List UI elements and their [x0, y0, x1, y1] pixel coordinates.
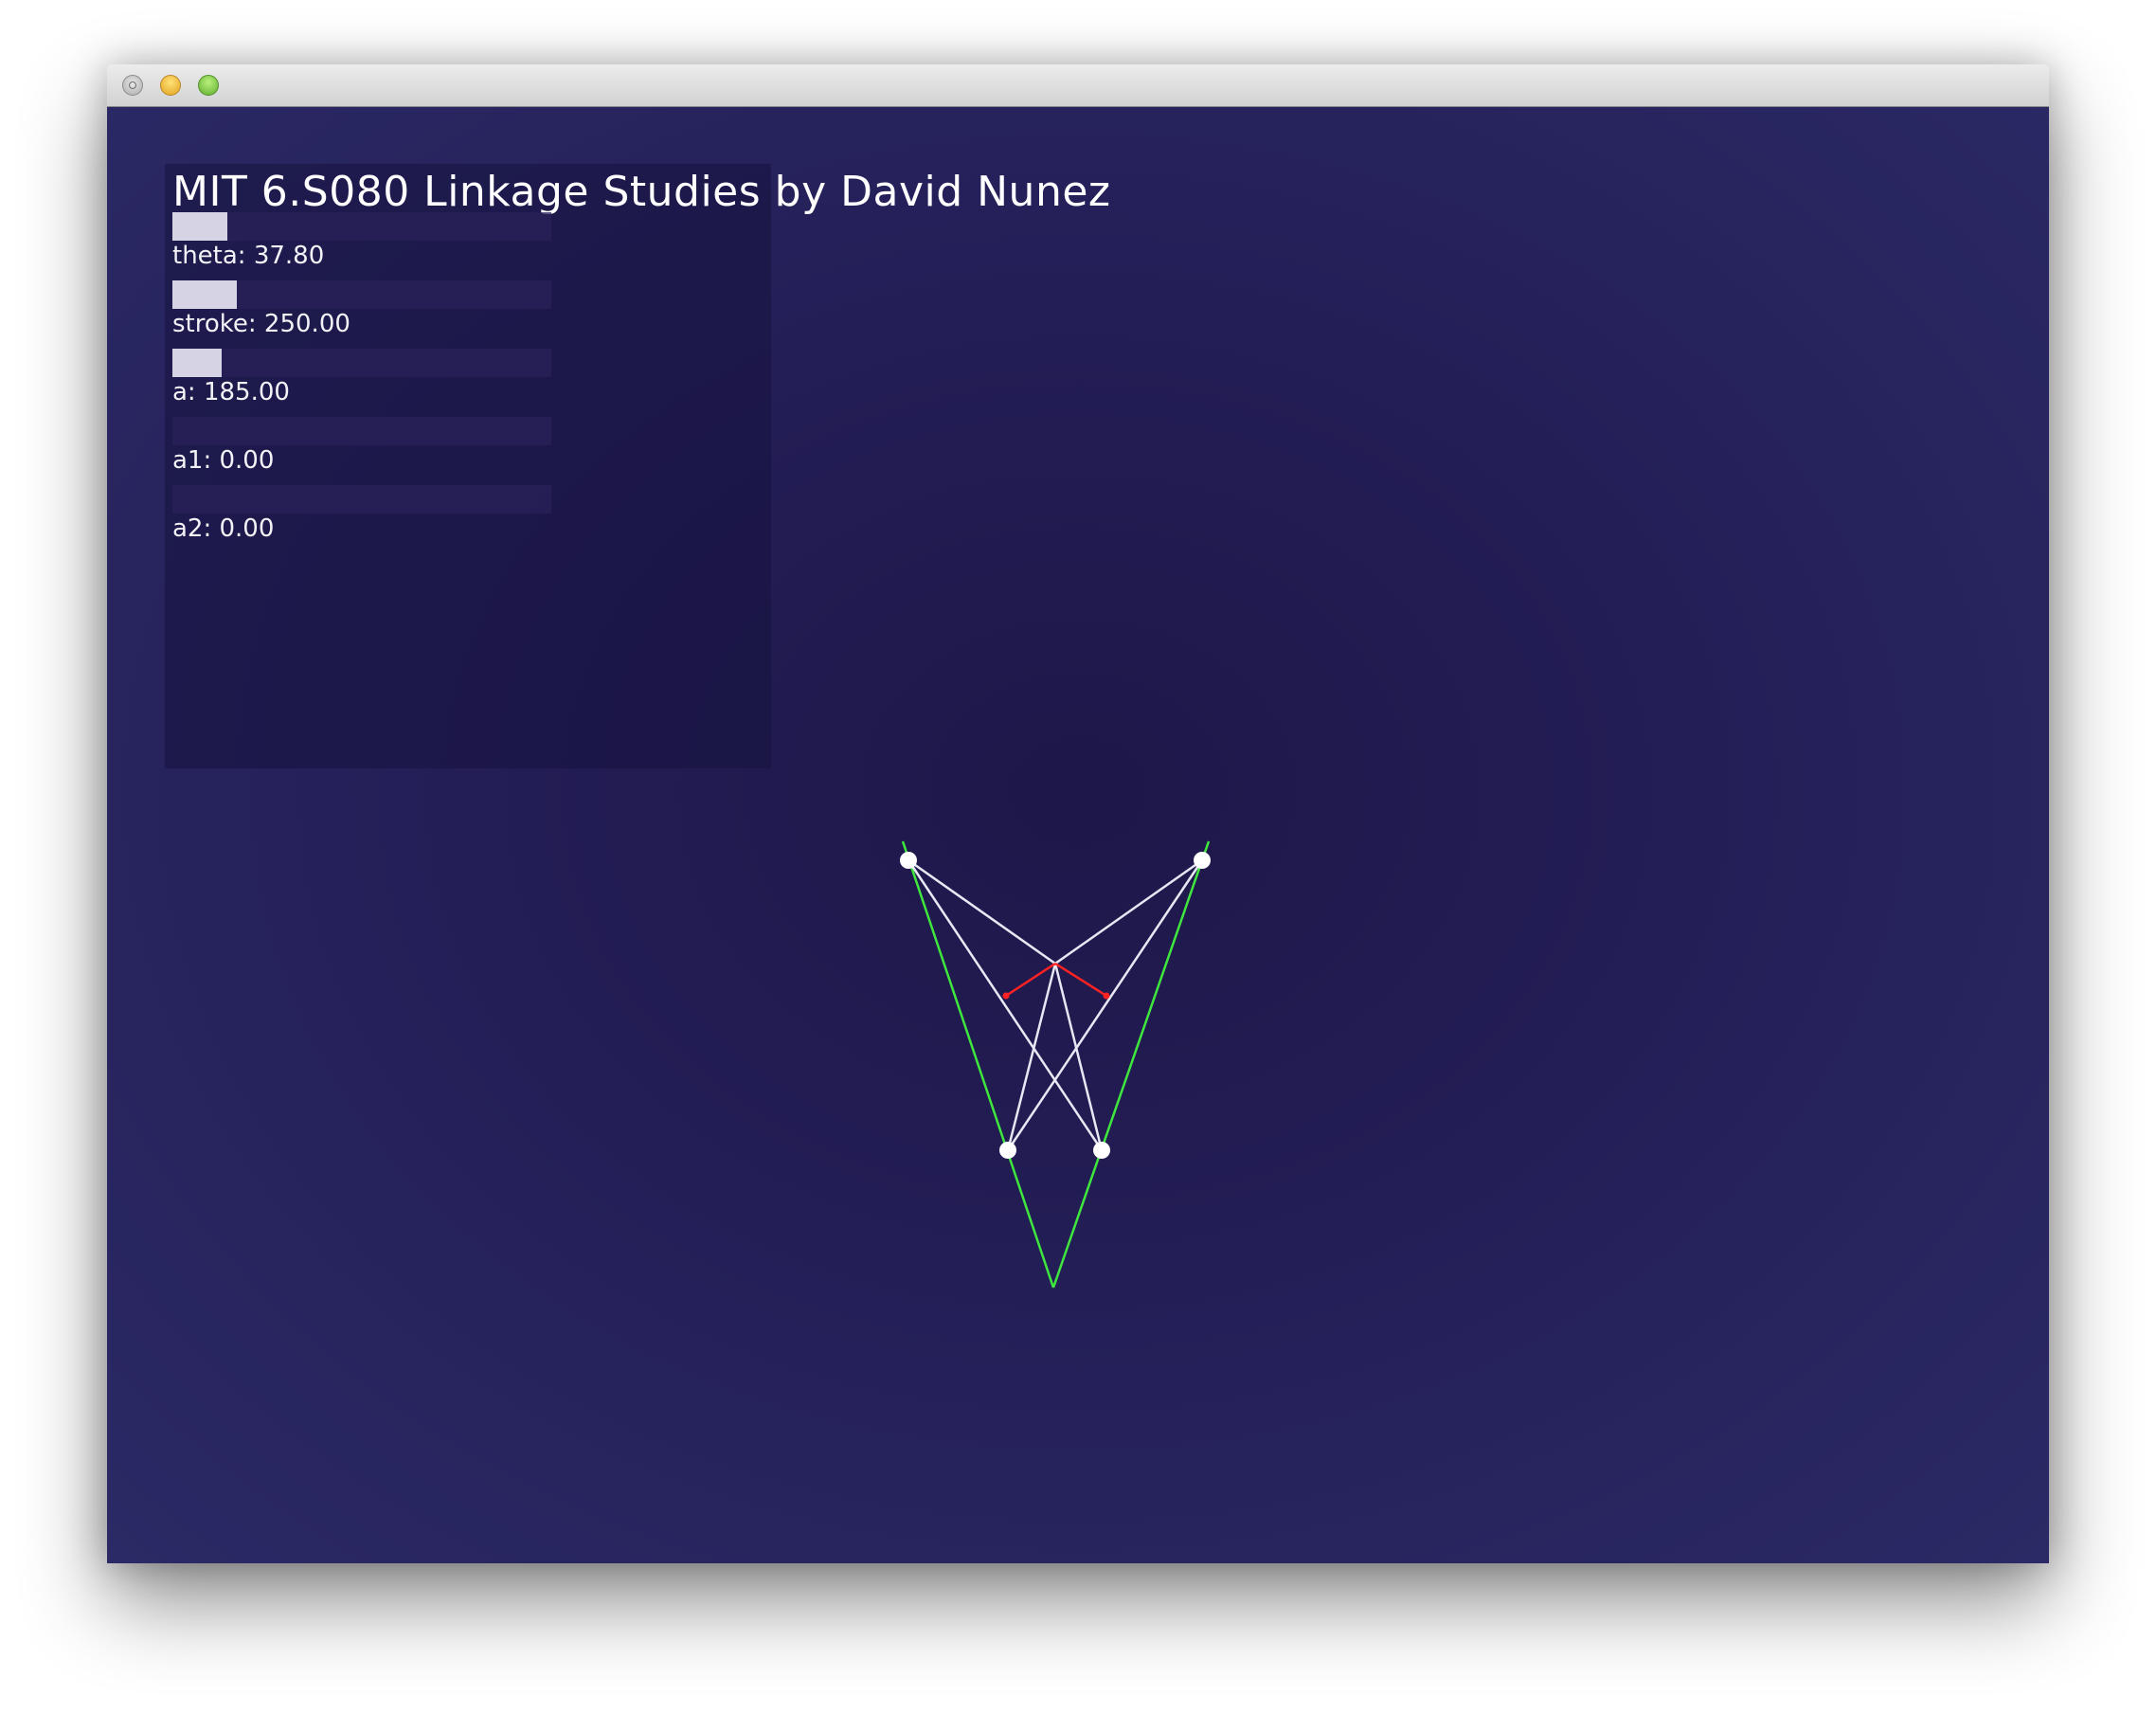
title-bar[interactable] — [107, 64, 2049, 107]
minimize-window-button[interactable] — [160, 75, 181, 96]
render-canvas[interactable]: MIT 6.S080 Linkage Studies by David Nune… — [107, 107, 2049, 1563]
joint-bottom-left[interactable] — [999, 1142, 1016, 1159]
green-links — [901, 840, 1211, 1289]
green-link-right — [1051, 840, 1211, 1289]
app-window: MIT 6.S080 Linkage Studies by David Nune… — [107, 64, 2049, 1563]
joints — [900, 852, 1211, 1159]
white-link-tr-center — [1054, 858, 1203, 965]
zoom-window-button[interactable] — [198, 75, 219, 96]
red-joint-left — [1002, 992, 1010, 1000]
joint-top-right[interactable] — [1194, 852, 1211, 869]
white-link-tr-bl — [1006, 859, 1204, 1151]
close-window-button[interactable] — [122, 75, 143, 96]
white-link-center-br — [1053, 963, 1104, 1151]
joint-top-left[interactable] — [900, 852, 917, 869]
desktop: MIT 6.S080 Linkage Studies by David Nune… — [0, 0, 2156, 1713]
linkage-drawing — [900, 840, 1211, 1289]
white-link-tl-center — [907, 858, 1056, 965]
white-links — [907, 858, 1204, 1151]
joint-bottom-right[interactable] — [1093, 1142, 1110, 1159]
white-link-center-bl — [1006, 963, 1057, 1151]
red-joint-right — [1103, 992, 1110, 1000]
white-link-tl-br — [907, 859, 1104, 1151]
